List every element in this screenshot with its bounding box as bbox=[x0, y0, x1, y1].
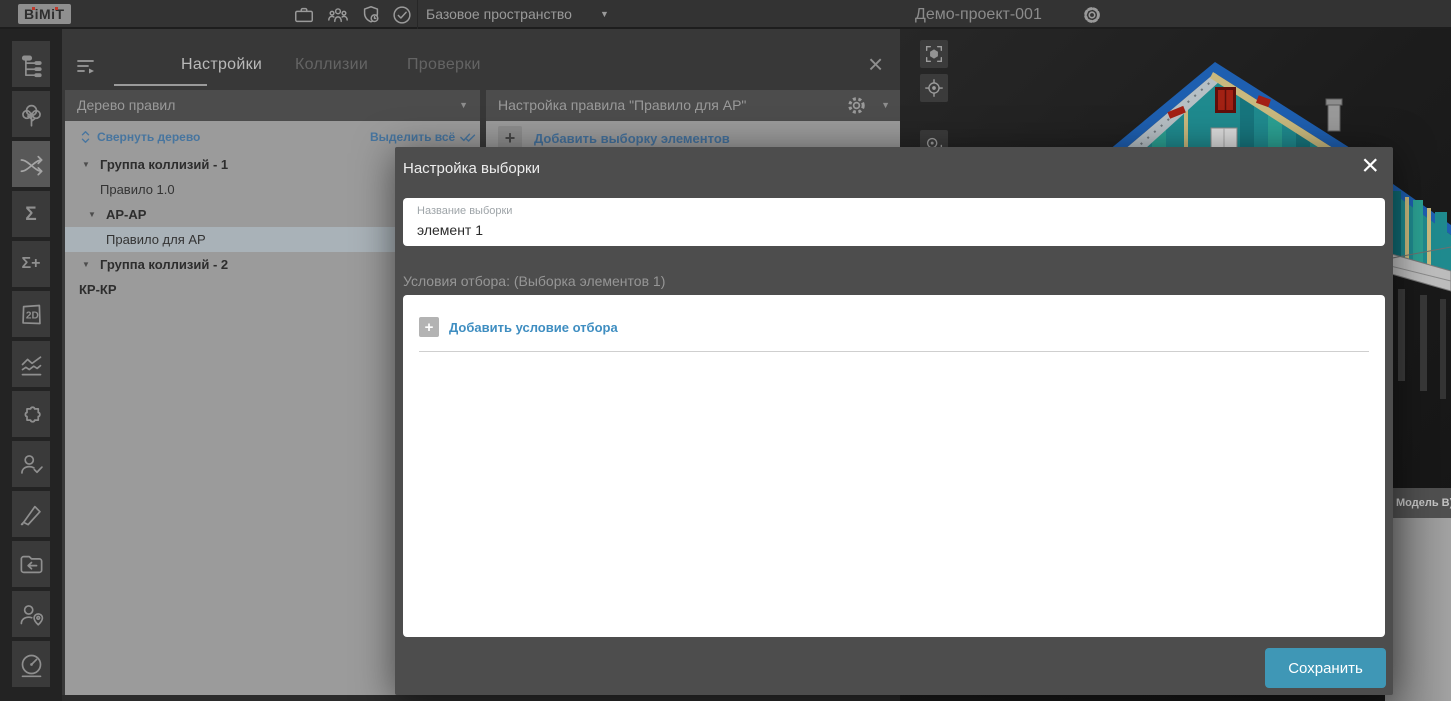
selection-name-value: элемент 1 bbox=[417, 222, 483, 238]
app-screen: Модель В) Настройки Коллизии Проверки × … bbox=[0, 0, 1451, 701]
fit-to-view-button[interactable] bbox=[920, 40, 948, 68]
user-check-icon bbox=[18, 451, 45, 478]
workspace-selector[interactable]: Базовое пространство bbox=[426, 0, 572, 29]
double-check-icon bbox=[460, 131, 478, 143]
selection-name-field[interactable]: Название выборки элемент 1 bbox=[403, 198, 1385, 246]
locate-target-icon bbox=[923, 77, 945, 99]
app-logo: BiMiT bbox=[18, 4, 71, 24]
gauge-icon bbox=[18, 651, 45, 678]
trowel-icon bbox=[18, 501, 45, 528]
shield-user-icon bbox=[360, 4, 382, 26]
check-circle-icon bbox=[391, 4, 413, 26]
fit-to-view-icon bbox=[923, 43, 945, 65]
rule-settings-header[interactable]: Настройка правила "Правило для АР" ▼ bbox=[486, 90, 900, 121]
select-all-button[interactable]: Выделить всё bbox=[370, 130, 478, 144]
sort-arrows-icon bbox=[80, 130, 91, 144]
rules-tree-title: Дерево правил bbox=[77, 90, 175, 121]
line-chart-icon bbox=[18, 351, 45, 378]
rules-tree-header[interactable]: Дерево правил ▼ bbox=[65, 90, 480, 121]
tree-caret-icon[interactable]: ▼ bbox=[88, 202, 96, 227]
selection-settings-modal: Настройка выборки × Название выборки эле… bbox=[395, 147, 1393, 695]
tool-nature-tree[interactable] bbox=[12, 91, 50, 137]
conditions-box: + Добавить условие отбора bbox=[403, 295, 1385, 637]
modal-title: Настройка выборки bbox=[403, 160, 540, 177]
topbar-divider bbox=[417, 0, 418, 29]
save-button[interactable]: Сохранить bbox=[1265, 648, 1386, 688]
collapse-tree-button[interactable]: Свернуть дерево bbox=[80, 130, 200, 144]
tool-folder-export[interactable] bbox=[12, 541, 50, 587]
project-title: Демо-проект-001 bbox=[915, 0, 1042, 29]
user-location-icon bbox=[18, 601, 45, 628]
tool-2d-view[interactable]: 2D bbox=[12, 291, 50, 337]
tool-sigma-plus[interactable]: Σ+ bbox=[12, 241, 50, 287]
tool-user-check[interactable] bbox=[12, 441, 50, 487]
puzzle-plugin-icon bbox=[18, 401, 45, 428]
rule-gear-icon[interactable] bbox=[845, 94, 868, 117]
team-button[interactable] bbox=[326, 3, 350, 27]
verify-button[interactable] bbox=[390, 3, 414, 27]
structure-tree-icon bbox=[18, 51, 45, 78]
tab-settings[interactable]: Настройки bbox=[181, 56, 262, 74]
tool-gauge[interactable] bbox=[12, 641, 50, 687]
chevron-down-icon[interactable]: ▼ bbox=[459, 90, 468, 121]
briefcase-icon bbox=[293, 4, 315, 26]
tool-sigma[interactable]: Σ bbox=[12, 191, 50, 237]
shuffle-collisions-icon bbox=[18, 151, 45, 178]
tool-structure-tree[interactable] bbox=[12, 41, 50, 87]
locate-target-button[interactable] bbox=[920, 74, 948, 102]
tool-line-chart[interactable] bbox=[12, 341, 50, 387]
nature-tree-icon bbox=[18, 101, 45, 128]
sigma-plus-icon: Σ+ bbox=[22, 256, 41, 272]
tree-caret-icon[interactable]: ▼ bbox=[82, 152, 90, 177]
panel-bottom-strip bbox=[62, 695, 900, 701]
project-settings-button[interactable] bbox=[1080, 3, 1104, 27]
panel-close-icon[interactable]: × bbox=[868, 51, 883, 77]
side-panel-edge bbox=[1385, 518, 1451, 701]
projects-button[interactable] bbox=[292, 3, 316, 27]
tool-trowel[interactable] bbox=[12, 491, 50, 537]
add-condition-button[interactable]: + Добавить условие отбора bbox=[419, 317, 618, 337]
sigma-icon: Σ bbox=[25, 205, 36, 224]
chevron-down-icon[interactable]: ▼ bbox=[600, 0, 609, 29]
svg-text:2D: 2D bbox=[25, 310, 38, 321]
tree-caret-icon[interactable]: ▼ bbox=[82, 252, 90, 277]
rule-settings-title: Настройка правила "Правило для АР" bbox=[498, 90, 746, 121]
top-bar: BiMiT bbox=[0, 0, 1451, 29]
settings-gear-icon bbox=[1081, 4, 1103, 26]
2d-view-icon: 2D bbox=[18, 301, 45, 328]
tab-checks[interactable]: Проверки bbox=[407, 56, 481, 74]
folder-export-icon bbox=[18, 551, 45, 578]
tool-rail: Σ Σ+ 2D bbox=[0, 29, 62, 701]
team-icon bbox=[327, 4, 349, 26]
plus-icon: + bbox=[419, 317, 439, 337]
shield-button[interactable] bbox=[359, 3, 383, 27]
tab-collisions[interactable]: Коллизии bbox=[295, 56, 368, 74]
selection-name-label: Название выборки bbox=[417, 205, 512, 217]
panel-menu-icon[interactable] bbox=[75, 55, 99, 79]
active-tab-underline bbox=[114, 84, 207, 86]
tool-user-location[interactable] bbox=[12, 591, 50, 637]
chevron-down-icon[interactable]: ▼ bbox=[881, 90, 890, 121]
conditions-title: Условия отбора: (Выборка элементов 1) bbox=[403, 273, 665, 289]
conditions-divider bbox=[419, 351, 1369, 352]
tool-plugins[interactable] bbox=[12, 391, 50, 437]
modal-close-icon[interactable]: × bbox=[1361, 150, 1379, 182]
tool-collisions-shuffle[interactable] bbox=[12, 141, 50, 187]
